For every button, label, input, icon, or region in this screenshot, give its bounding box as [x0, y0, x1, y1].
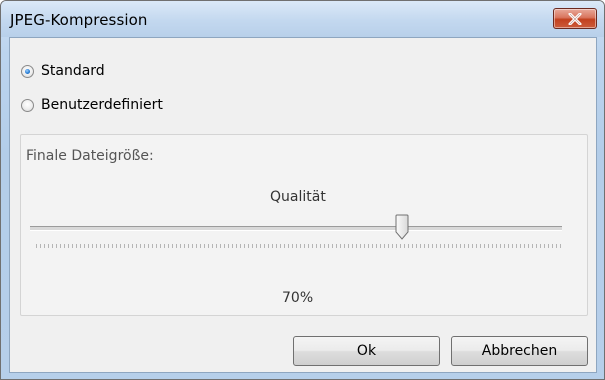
quality-value: 70%	[282, 290, 314, 306]
radio-custom[interactable]: Benutzerdefiniert	[21, 97, 163, 113]
radio-custom-label[interactable]: Benutzerdefiniert	[41, 97, 163, 113]
close-button[interactable]	[553, 8, 597, 29]
jpeg-compression-dialog: JPEG-Kompression Standard Benutzerdefini…	[0, 0, 605, 380]
close-icon	[568, 12, 582, 25]
cancel-button[interactable]: Abbrechen	[451, 336, 588, 366]
quality-slider-ticks	[36, 244, 561, 248]
dialog-client-area: Standard Benutzerdefiniert Finale Dateig…	[9, 37, 597, 373]
quality-slider-track[interactable]	[30, 226, 562, 231]
radio-standard-icon[interactable]	[21, 64, 34, 78]
quality-label: Qualität	[270, 189, 326, 205]
quality-slider-thumb[interactable]	[395, 214, 409, 240]
title-bar: JPEG-Kompression	[1, 1, 604, 37]
radio-standard[interactable]: Standard	[21, 63, 105, 79]
final-file-size-label: Finale Dateigröße:	[26, 148, 154, 164]
radio-custom-icon[interactable]	[21, 98, 34, 112]
ok-button[interactable]: Ok	[293, 336, 440, 366]
radio-standard-label[interactable]: Standard	[41, 63, 105, 79]
window-title: JPEG-Kompression	[10, 11, 148, 29]
